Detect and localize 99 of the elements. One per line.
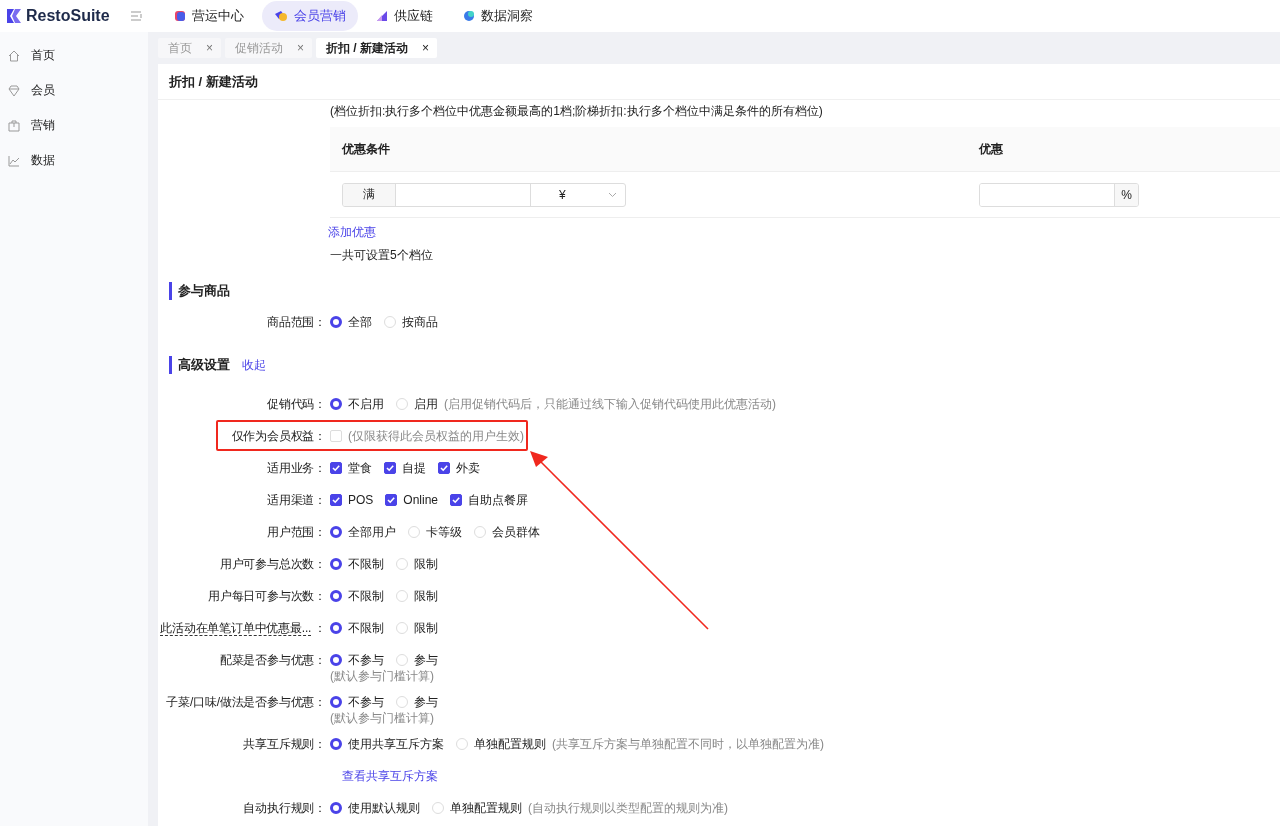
option-label: 参与 (414, 693, 438, 711)
field-label: 用户范围： (267, 524, 326, 539)
collapse-link[interactable]: 收起 (242, 356, 266, 374)
module-tab[interactable]: 数据洞察 (451, 1, 545, 31)
page-tab[interactable]: 促销活动 × (225, 38, 313, 58)
hint-text: (共享互斥方案与单独配置不同时，以单独配置为准) (552, 735, 824, 753)
module-icon (274, 10, 288, 22)
module-tab[interactable]: 营运中心 (162, 1, 256, 31)
option-label: 堂食 (348, 459, 372, 477)
radio-button[interactable] (330, 526, 342, 538)
option-label: 不限制 (348, 619, 384, 637)
sidebar-item[interactable]: 首页 (0, 38, 148, 73)
option-label: 不限制 (348, 555, 384, 573)
checkbox[interactable] (384, 462, 396, 474)
option-label: 不启用 (348, 395, 384, 413)
option-label: 限制 (414, 555, 438, 573)
page-title: 折扣 / 新建活动 (158, 64, 1280, 100)
field-label: 用户每日可参与次数： (208, 588, 326, 603)
gem-icon (7, 83, 21, 98)
view-link[interactable]: 查看共享互斥方案 (342, 767, 438, 785)
hint-text: (默认参与门槛计算) (330, 711, 434, 725)
hint-text: (仅限获得此会员权益的用户生效) (348, 427, 524, 445)
field-label: 促销代码： (267, 396, 326, 411)
logo-icon (6, 8, 22, 24)
radio-button[interactable] (330, 558, 342, 570)
option-label: 启用 (414, 395, 438, 413)
bag-icon (7, 118, 21, 133)
section-title: 高级设置 (169, 356, 230, 374)
option-label: 全部用户 (348, 523, 396, 541)
option-label: 会员群体 (492, 523, 540, 541)
column-header: 优惠 (967, 127, 1280, 172)
field-label: 商品范围： (267, 314, 326, 329)
module-icon (174, 10, 186, 22)
field-label: 适用渠道： (267, 492, 326, 507)
brand-name: RestoSuite (26, 7, 110, 25)
sidebar-item[interactable]: 会员 (0, 73, 148, 108)
field-label: 仅作为会员权益： (231, 428, 326, 443)
option-label: 外卖 (456, 459, 480, 477)
option-label: 使用默认规则 (348, 799, 420, 817)
field-label: 自动执行规则： (243, 800, 326, 815)
option-label: 单独配置规则 (474, 735, 546, 753)
option-label: 自助点餐屏 (468, 491, 529, 509)
checkbox[interactable] (438, 462, 450, 474)
home-icon (7, 48, 21, 63)
page-tab[interactable]: 折扣 / 新建活动 × (316, 38, 438, 58)
discount-input[interactable]: % (979, 182, 1139, 207)
chevron-down-icon (608, 191, 617, 198)
field-label: 适用业务： (267, 460, 326, 475)
checkbox[interactable] (385, 494, 398, 506)
radio-button[interactable] (330, 590, 342, 602)
checkbox[interactable] (450, 494, 463, 506)
module-tab[interactable]: 供应链 (364, 1, 445, 31)
radio-button[interactable] (330, 622, 342, 634)
section-title: 参与商品 (169, 282, 230, 300)
option-label: 单独配置规则 (450, 799, 522, 817)
radio-button[interactable] (330, 802, 342, 814)
page-tab[interactable]: 首页 × (158, 38, 221, 58)
close-icon[interactable]: × (206, 41, 213, 55)
checkbox[interactable] (330, 494, 342, 506)
close-icon[interactable]: × (422, 41, 430, 55)
chart-icon (7, 153, 21, 168)
column-header: 优惠条件 (330, 127, 967, 172)
module-icon (463, 10, 475, 22)
option-label: 限制 (414, 619, 438, 637)
field-label: 用户可参与总次数： (219, 556, 326, 571)
field-label: 配菜是否参与优惠： (219, 652, 326, 667)
sidebar-item[interactable]: 数据 (0, 143, 148, 178)
option-label: Online (403, 493, 439, 507)
option-label: 限制 (414, 587, 438, 605)
tier-note: (档位折扣:执行多个档位中优惠金额最高的1档;阶梯折扣:执行多个档位中满足条件的所有档位) (330, 104, 823, 118)
hint-text: (自动执行规则以类型配置的规则为准) (528, 799, 728, 817)
field-label: 子菜/口味/做法是否参与优惠： (166, 694, 326, 709)
option-label: 参与 (414, 651, 438, 669)
radio-button[interactable] (330, 398, 342, 410)
option-label: 全部 (348, 313, 372, 331)
close-icon[interactable]: × (297, 41, 305, 55)
limit-note: 一共可设置5个档位 (330, 248, 433, 262)
option-label: POS (348, 493, 374, 507)
threshold-input[interactable]: 满 ¥ (342, 182, 626, 207)
field-label: 共享互斥规则： (243, 736, 326, 751)
hint-text: (启用促销代码后，只能通过线下输入促销代码使用此优惠活动) (444, 395, 776, 413)
option-label: 卡等级 (426, 523, 462, 541)
radio-button[interactable] (330, 316, 342, 328)
radio-button[interactable] (330, 696, 342, 708)
add-link[interactable]: 添加优惠 (328, 225, 376, 239)
module-tab[interactable]: 会员营销 (262, 1, 358, 31)
option-label: 不限制 (348, 587, 384, 605)
hint-text: (默认参与门槛计算) (330, 669, 434, 683)
sidebar-item[interactable]: 营销 (0, 108, 148, 143)
checkbox[interactable] (330, 462, 342, 474)
option-label: 不参与 (348, 693, 384, 711)
module-icon (376, 10, 388, 22)
option-label: 自提 (402, 459, 426, 477)
option-label: 不参与 (348, 651, 384, 669)
radio-button[interactable] (330, 738, 342, 750)
option-label: 使用共享互斥方案 (348, 735, 444, 753)
field-label: 此活动在单笔订单中优惠最... ： (160, 620, 326, 635)
radio-button[interactable] (330, 654, 342, 666)
option-label: 按商品 (402, 313, 438, 331)
